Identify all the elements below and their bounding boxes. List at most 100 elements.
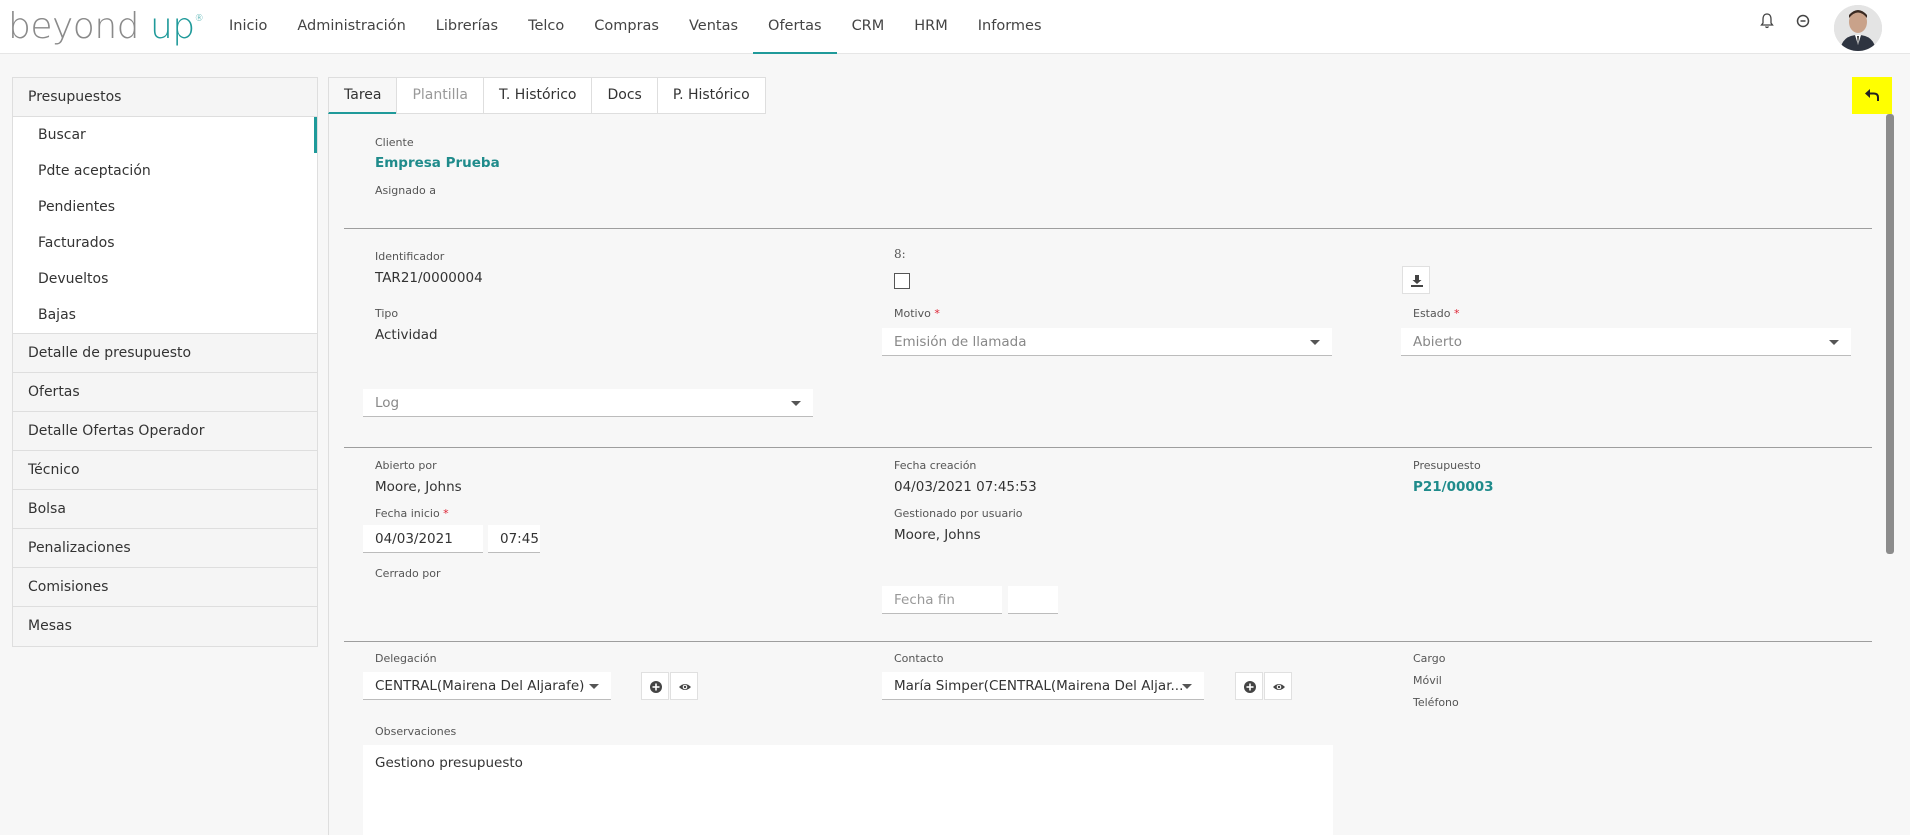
delegacion-select-value: CENTRAL(Mairena Del Aljarafe): [375, 678, 585, 694]
nav-item-ofertas[interactable]: Ofertas: [753, 0, 837, 54]
tab-t-historico[interactable]: T. Histórico: [483, 77, 592, 114]
section-divider: [344, 641, 1872, 642]
movil-label: Móvil: [1413, 674, 1442, 687]
task-panel: [328, 114, 1888, 835]
fecha-creacion-value: 04/03/2021 07:45:53: [894, 479, 1037, 495]
logo-text-beyond: beyond: [8, 6, 140, 47]
chevron-down-icon: [589, 684, 599, 689]
motivo-label: Motivo *: [894, 307, 940, 320]
sidebar-submenu: Buscar Pdte aceptación Pendientes Factur…: [13, 117, 317, 334]
gestionado-label: Gestionado por usuario: [894, 507, 1023, 520]
sidebar-item-pendientes[interactable]: Pendientes: [13, 189, 317, 225]
nav-item-inicio[interactable]: Inicio: [214, 0, 282, 54]
sidebar-item-bajas[interactable]: Bajas: [13, 297, 317, 333]
bell-icon[interactable]: [1760, 13, 1774, 29]
nav-item-compras[interactable]: Compras: [579, 0, 674, 54]
back-button[interactable]: [1852, 77, 1892, 114]
tab-bar: Tarea Plantilla T. Histórico Docs P. His…: [328, 77, 766, 114]
estado-select[interactable]: Abierto: [1401, 328, 1851, 356]
sidebar-group-bolsa[interactable]: Bolsa: [13, 490, 317, 529]
delegacion-label: Delegación: [375, 652, 437, 665]
observaciones-label: Observaciones: [375, 725, 457, 738]
brand-logo[interactable]: beyond up®: [8, 6, 204, 47]
estado-select-value: Abierto: [1413, 334, 1462, 350]
sidebar-group-tecnico[interactable]: Técnico: [13, 451, 317, 490]
abierto-por-value: Moore, Johns: [375, 479, 462, 495]
presupuesto-link[interactable]: P21/00003: [1413, 479, 1494, 495]
sidebar-item-devueltos[interactable]: Devueltos: [13, 261, 317, 297]
telefono-label: Teléfono: [1413, 696, 1459, 709]
power-icon[interactable]: [1796, 14, 1810, 28]
required-mark: *: [1453, 307, 1460, 320]
chevron-down-icon: [791, 401, 801, 406]
tab-p-historico[interactable]: P. Histórico: [656, 77, 766, 114]
presupuesto-label: Presupuesto: [1413, 459, 1481, 472]
sidebar-group-penalizaciones[interactable]: Penalizaciones: [13, 529, 317, 568]
observaciones-textarea[interactable]: Gestiono presupuesto: [363, 745, 1333, 835]
sidebar-item-facturados[interactable]: Facturados: [13, 225, 317, 261]
delegacion-select[interactable]: CENTRAL(Mairena Del Aljarafe): [363, 672, 611, 700]
back-arrow-icon: [1865, 89, 1879, 101]
sidebar-group-presupuestos[interactable]: Presupuestos: [13, 78, 317, 117]
tab-plantilla[interactable]: Plantilla: [396, 77, 483, 114]
contacto-select[interactable]: María Simper(CENTRAL(Mairena Del Aljar..…: [882, 672, 1204, 700]
eye-icon: [679, 684, 691, 690]
view-delegacion-button[interactable]: [670, 672, 698, 700]
nav-item-librerias[interactable]: Librerías: [421, 0, 513, 54]
scrollbar[interactable]: [1886, 114, 1894, 554]
estado-label-text: Estado: [1413, 307, 1451, 320]
fecha-fin-time-input[interactable]: [1008, 586, 1058, 614]
log-select-value: Log: [375, 395, 400, 411]
download-icon: [1411, 275, 1423, 287]
nav-item-hrm[interactable]: HRM: [899, 0, 963, 54]
asignado-label: Asignado a: [375, 184, 436, 197]
section-divider: [344, 447, 1872, 448]
required-mark: *: [934, 307, 940, 320]
nav-item-ventas[interactable]: Ventas: [674, 0, 753, 54]
cliente-link[interactable]: Empresa Prueba: [375, 155, 500, 171]
fecha-inicio-label-text: Fecha inicio: [375, 507, 440, 520]
nav-item-administracion[interactable]: Administración: [282, 0, 420, 54]
add-delegacion-button[interactable]: [641, 672, 669, 700]
avatar[interactable]: [1834, 5, 1882, 51]
sidebar-group-mesas[interactable]: Mesas: [13, 607, 317, 646]
cargo-label: Cargo: [1413, 652, 1446, 665]
eye-icon: [1273, 684, 1285, 690]
sidebar-group-ofertas[interactable]: Ofertas: [13, 373, 317, 412]
nav-item-informes[interactable]: Informes: [963, 0, 1057, 54]
nav-item-telco[interactable]: Telco: [513, 0, 579, 54]
fecha-fin-date-input[interactable]: Fecha fin: [882, 586, 1002, 614]
s-checkbox[interactable]: [894, 273, 910, 289]
chevron-down-icon: [1310, 340, 1320, 345]
nav-item-crm[interactable]: CRM: [837, 0, 900, 54]
fecha-inicio-time-input[interactable]: 07:45: [488, 525, 540, 553]
sidebar-group-comisiones[interactable]: Comisiones: [13, 568, 317, 607]
chevron-down-icon: [1829, 340, 1839, 345]
cliente-label: Cliente: [375, 136, 414, 149]
tab-tarea[interactable]: Tarea: [328, 77, 397, 114]
tab-docs[interactable]: Docs: [591, 77, 657, 114]
identificador-label: Identificador: [375, 250, 445, 263]
log-select[interactable]: Log: [363, 389, 813, 417]
sidebar-item-pdte-aceptacion[interactable]: Pdte aceptación: [13, 153, 317, 189]
contacto-select-value: María Simper(CENTRAL(Mairena Del Aljar..…: [894, 678, 1184, 694]
sidebar: Presupuestos Buscar Pdte aceptación Pend…: [12, 77, 318, 647]
add-contacto-button[interactable]: [1235, 672, 1263, 700]
required-mark: *: [443, 507, 449, 520]
add-circle-icon: [650, 681, 662, 693]
view-contacto-button[interactable]: [1264, 672, 1292, 700]
chevron-down-icon: [1182, 684, 1192, 689]
fecha-inicio-date-input[interactable]: 04/03/2021: [363, 525, 483, 553]
gestionado-value: Moore, Johns: [894, 527, 981, 543]
motivo-select[interactable]: Emisión de llamada: [882, 328, 1332, 356]
sidebar-item-buscar[interactable]: Buscar: [13, 117, 317, 153]
abierto-por-label: Abierto por: [375, 459, 437, 472]
download-button[interactable]: [1402, 266, 1430, 294]
sidebar-group-detalle-ofertas-operador[interactable]: Detalle Ofertas Operador: [13, 412, 317, 451]
sidebar-group-detalle-presupuesto[interactable]: Detalle de presupuesto: [13, 334, 317, 373]
top-navbar: beyond up® Inicio Administración Librerí…: [0, 0, 1910, 54]
cerrado-por-label: Cerrado por: [375, 567, 441, 580]
logo-text-up: up: [149, 6, 195, 47]
motivo-label-text: Motivo: [894, 307, 931, 320]
fecha-inicio-label: Fecha inicio *: [375, 507, 449, 520]
